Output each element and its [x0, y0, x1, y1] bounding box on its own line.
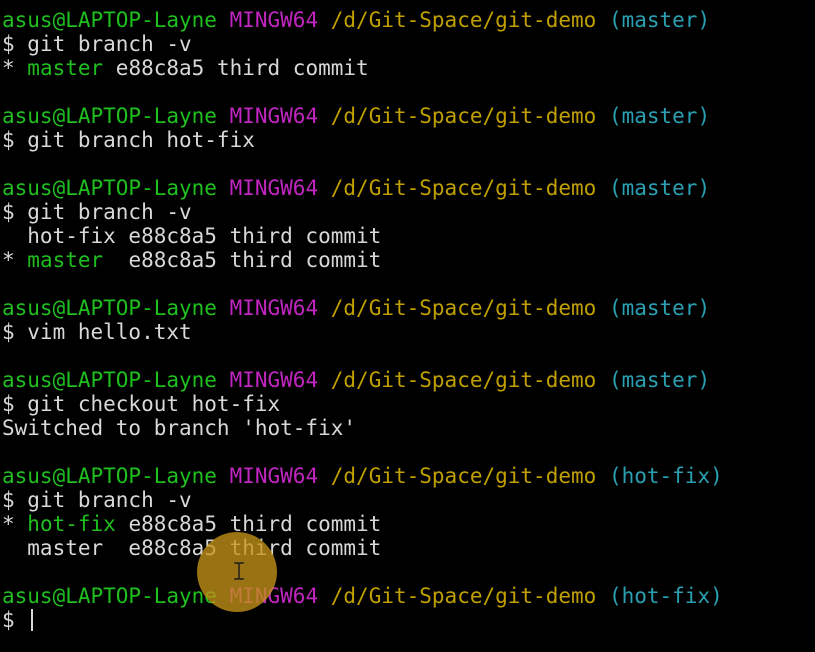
command-text: $ git branch -v [2, 32, 192, 56]
prompt-path: /d/Git-Space/git-demo [330, 368, 597, 392]
prompt-user-host: asus@LAPTOP-Layne [2, 584, 217, 608]
prompt-path: /d/Git-Space/git-demo [330, 8, 597, 32]
current-branch-marker: * [2, 512, 28, 536]
prompt-system: MINGW64 [229, 104, 319, 128]
current-branch-commit: e88c8a5 third commit [103, 248, 382, 272]
output-line: master e88c8a5 third commit [2, 536, 813, 560]
input-prompt-symbol: $ [2, 608, 28, 632]
command-text: $ git branch -v [2, 488, 192, 512]
prompt-line: asus@LAPTOP-Layne MINGW64 /d/Git-Space/g… [2, 8, 813, 32]
current-branch-line: * master e88c8a5 third commit [2, 248, 813, 272]
prompt-branch: (master) [608, 176, 711, 200]
current-branch-name: master [27, 248, 104, 272]
prompt-line: asus@LAPTOP-Layne MINGW64 /d/Git-Space/g… [2, 368, 813, 392]
command-text: $ git branch -v [2, 200, 192, 224]
prompt-line: asus@LAPTOP-Layne MINGW64 /d/Git-Space/g… [2, 296, 813, 320]
current-branch-line: * hot-fix e88c8a5 third commit [2, 512, 813, 536]
text-cursor-icon [31, 609, 34, 631]
command-line: $ git branch hot-fix [2, 128, 813, 152]
command-line: $ git branch -v [2, 488, 813, 512]
current-branch-commit: e88c8a5 third commit [115, 512, 382, 536]
prompt-path: /d/Git-Space/git-demo [330, 464, 597, 488]
prompt-system: MINGW64 [229, 368, 319, 392]
prompt-user-host: asus@LAPTOP-Layne [2, 8, 217, 32]
prompt-branch: (master) [608, 296, 711, 320]
prompt-user-host: asus@LAPTOP-Layne [2, 104, 217, 128]
command-text: $ git checkout hot-fix [2, 392, 281, 416]
command-line: $ git branch -v [2, 200, 813, 224]
output-line: hot-fix e88c8a5 third commit [2, 224, 813, 248]
command-line: $ vim hello.txt [2, 320, 813, 344]
prompt-line: asus@LAPTOP-Layne MINGW64 /d/Git-Space/g… [2, 584, 813, 608]
command-line: $ git checkout hot-fix [2, 392, 813, 416]
prompt-system: MINGW64 [229, 296, 319, 320]
command-text: $ git branch hot-fix [2, 128, 255, 152]
prompt-user-host: asus@LAPTOP-Layne [2, 368, 217, 392]
prompt-path: /d/Git-Space/git-demo [330, 584, 597, 608]
prompt-branch: (hot-fix) [608, 464, 723, 488]
prompt-system: MINGW64 [229, 8, 319, 32]
output-text: Switched to branch 'hot-fix' [2, 416, 357, 440]
input-line[interactable]: $ [2, 608, 813, 632]
command-line: $ git branch -v [2, 32, 813, 56]
current-branch-name: hot-fix [27, 512, 116, 536]
command-text: $ vim hello.txt [2, 320, 192, 344]
prompt-branch: (master) [608, 104, 711, 128]
prompt-branch: (hot-fix) [608, 584, 723, 608]
current-branch-line: * master e88c8a5 third commit [2, 56, 813, 80]
prompt-branch: (master) [608, 368, 711, 392]
current-branch-commit: e88c8a5 third commit [103, 56, 369, 80]
output-text: master e88c8a5 third commit [2, 536, 382, 560]
prompt-path: /d/Git-Space/git-demo [330, 296, 597, 320]
current-branch-marker: * [2, 56, 28, 80]
output-line: Switched to branch 'hot-fix' [2, 416, 813, 440]
prompt-system: MINGW64 [229, 464, 319, 488]
prompt-system: MINGW64 [229, 584, 319, 608]
terminal-output[interactable]: asus@LAPTOP-Layne MINGW64 /d/Git-Space/g… [2, 8, 813, 632]
prompt-user-host: asus@LAPTOP-Layne [2, 464, 217, 488]
current-branch-marker: * [2, 248, 28, 272]
output-text: hot-fix e88c8a5 third commit [2, 224, 382, 248]
prompt-line: asus@LAPTOP-Layne MINGW64 /d/Git-Space/g… [2, 104, 813, 128]
current-branch-name: master [27, 56, 104, 80]
prompt-path: /d/Git-Space/git-demo [330, 176, 597, 200]
prompt-system: MINGW64 [229, 176, 319, 200]
prompt-path: /d/Git-Space/git-demo [330, 104, 597, 128]
prompt-branch: (master) [608, 8, 711, 32]
prompt-user-host: asus@LAPTOP-Layne [2, 176, 217, 200]
prompt-line: asus@LAPTOP-Layne MINGW64 /d/Git-Space/g… [2, 176, 813, 200]
prompt-line: asus@LAPTOP-Layne MINGW64 /d/Git-Space/g… [2, 464, 813, 488]
prompt-user-host: asus@LAPTOP-Layne [2, 296, 217, 320]
